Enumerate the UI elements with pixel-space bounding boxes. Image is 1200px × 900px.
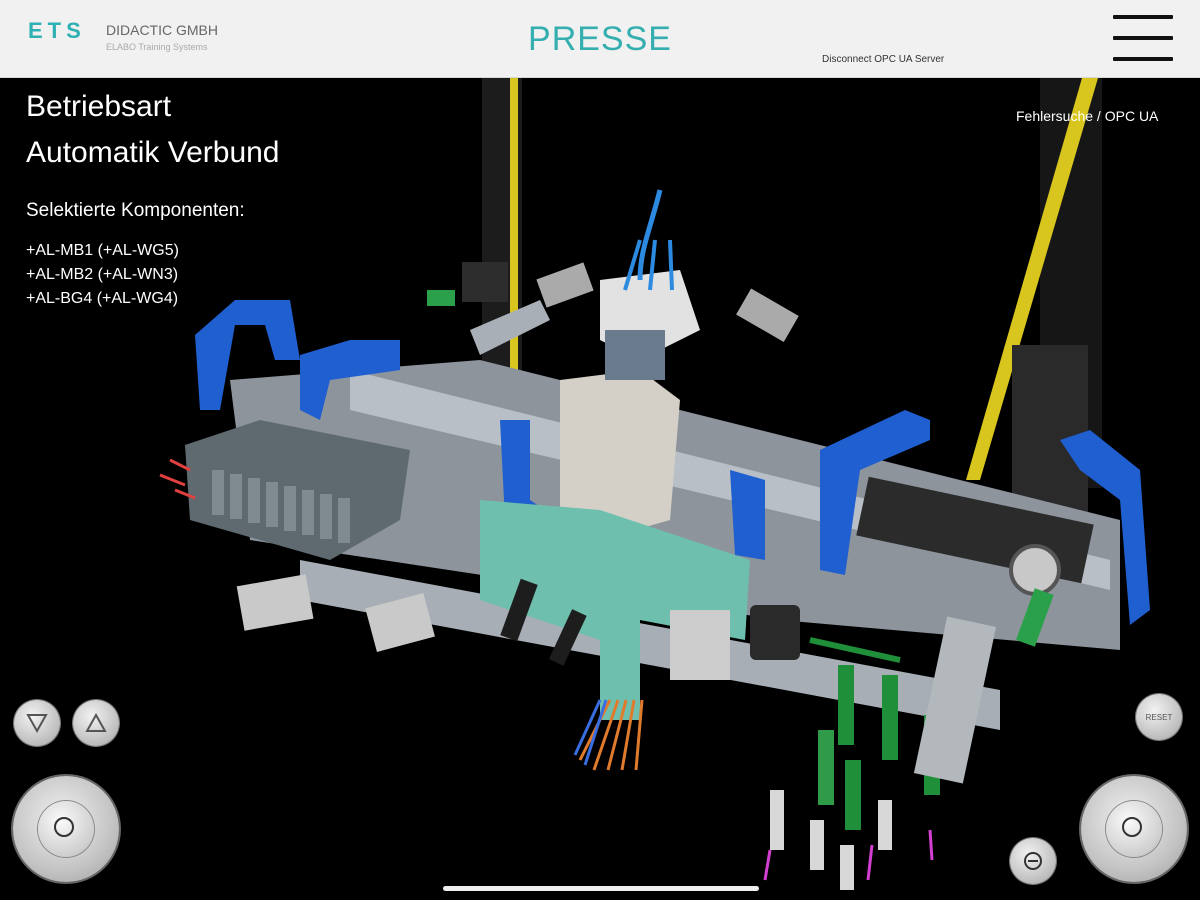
joystick-center-icon <box>54 817 74 837</box>
fault-finding-link[interactable]: Fehlersuche / OPC UA <box>1016 108 1158 124</box>
pneumatic-hose <box>637 189 663 281</box>
left-joystick[interactable] <box>13 776 119 882</box>
valve-block <box>536 262 594 308</box>
belt-pulley <box>1009 544 1061 596</box>
mode-label: Betriebsart <box>26 90 172 123</box>
disconnect-opc-button[interactable]: Disconnect OPC UA Server <box>822 54 944 65</box>
rotate-view-button[interactable] <box>1010 838 1056 884</box>
component-item[interactable]: +AL-MB2 (+AL-WN3) <box>26 266 178 284</box>
page-title: PRESSE <box>528 20 672 58</box>
triangle-up-icon <box>85 713 107 732</box>
hamburger-menu-icon[interactable] <box>1113 13 1173 63</box>
valve-block <box>736 288 799 342</box>
selected-components-heading: Selektierte Komponenten: <box>26 200 245 221</box>
right-joystick[interactable] <box>1081 776 1187 882</box>
motor-connector <box>750 605 800 660</box>
move-up-button[interactable] <box>73 700 119 746</box>
press-plate <box>605 330 665 380</box>
color-wires <box>573 699 608 766</box>
reset-button[interactable]: RESET <box>1136 694 1182 740</box>
triangle-down-icon <box>26 714 48 733</box>
green-cable <box>809 637 901 663</box>
mode-value: Automatik Verbund <box>26 136 280 169</box>
joystick-center-icon <box>1122 817 1142 837</box>
blue-bracket <box>730 470 765 560</box>
connector-box <box>670 610 730 680</box>
component-item[interactable]: +AL-BG4 (+AL-WG4) <box>26 290 178 308</box>
sensor-green <box>427 290 455 306</box>
top-bar: ETS DIDACTIC GMBH ELABO Training Systems… <box>0 0 1200 78</box>
move-down-button[interactable] <box>14 700 60 746</box>
rotate-icon <box>1024 852 1042 870</box>
home-indicator[interactable] <box>443 886 759 891</box>
component-item[interactable]: +AL-MB1 (+AL-WG5) <box>26 242 179 260</box>
valve-terminal <box>462 262 508 302</box>
